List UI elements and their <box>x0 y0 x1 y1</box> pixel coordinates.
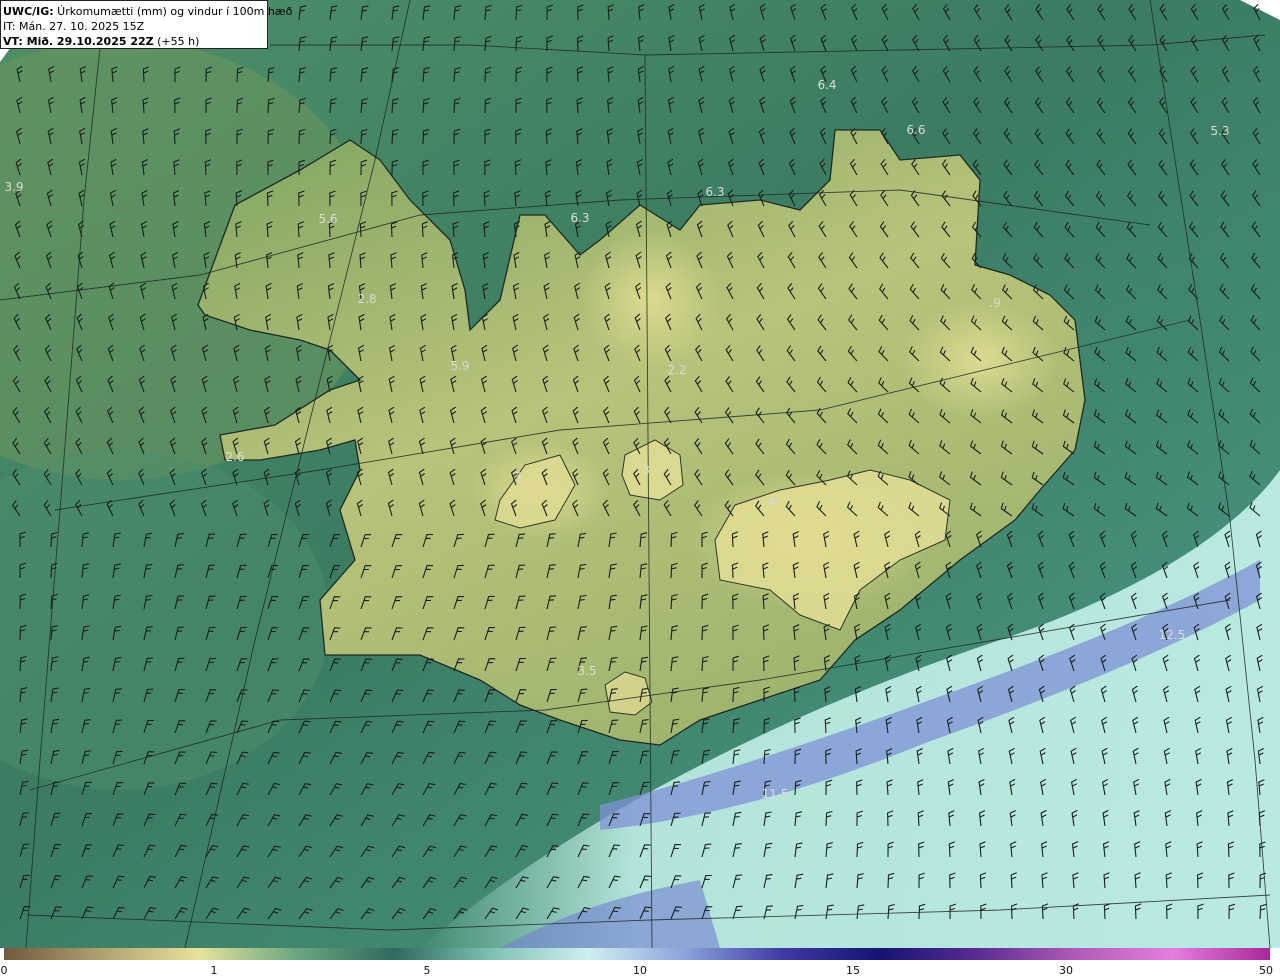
map-value-label: 12.5 <box>1159 628 1186 642</box>
map-value-label: 2.8 <box>357 292 376 306</box>
map-value-label: 5.3 <box>1210 124 1229 138</box>
map-value-label: 6.3 <box>570 211 589 225</box>
colorbar-tick-label: 50 <box>1259 964 1273 977</box>
model-name: UWC/IG: <box>3 5 54 18</box>
forecast-hour: (+55 h) <box>153 35 200 48</box>
colorbar: 0 1 5 10 15 30 50 <box>0 948 1280 978</box>
map-title-box: UWC/IG: Úrkomumætti (mm) og vindur í 100… <box>0 0 292 49</box>
colorbar-tick-label: 0 <box>0 964 8 977</box>
title-line: UWC/IG: Úrkomumætti (mm) og vindur í 100… <box>3 4 292 19</box>
map-value-label: 4 <box>768 495 776 509</box>
map-value-label: 3 <box>514 470 522 484</box>
map-value-label: 3 <box>642 463 650 477</box>
map-value-label: 3.5 <box>577 664 596 678</box>
map-title: Úrkomumætti (mm) og vindur í 100m hæð <box>53 5 293 18</box>
colorbar-tick-label: 10 <box>633 964 647 977</box>
map-value-label: 2.2 <box>667 363 686 377</box>
map-value-label: 3.9 <box>4 180 23 194</box>
map-value-label: 11.5 <box>762 787 789 801</box>
map-value-label: 6.4 <box>817 78 836 92</box>
valid-time-line: VT: Mið. 29.10.2025 22Z (+55 h) <box>3 34 267 49</box>
colorbar-tick-label: 1 <box>210 964 218 977</box>
colorbar-tick-label: 30 <box>1059 964 1073 977</box>
colorbar-tick-label: 15 <box>846 964 860 977</box>
map-value-label: 6.3 <box>705 185 724 199</box>
map-value-label: 6.6 <box>906 123 925 137</box>
weather-map: 6.4 6.6 5.3 6.3 6.3 5.6 3.9 2.8 5.9 .9 2.2 2.6 3 3 4 3.… <box>0 0 1280 948</box>
map-value-label: 2.6 <box>225 450 244 464</box>
valid-time: VT: Mið. 29.10.2025 22Z <box>3 35 154 48</box>
map-value-label: .9 <box>989 296 1000 310</box>
map-value-label: 5.6 <box>318 212 337 226</box>
initial-time: IT: Mán. 27. 10. 2025 15Z <box>3 20 145 33</box>
colorbar-gradient <box>4 948 1270 960</box>
colorbar-tick-label: 5 <box>423 964 431 977</box>
highland-glow <box>580 230 720 370</box>
map-value-label: 5.9 <box>450 359 469 373</box>
